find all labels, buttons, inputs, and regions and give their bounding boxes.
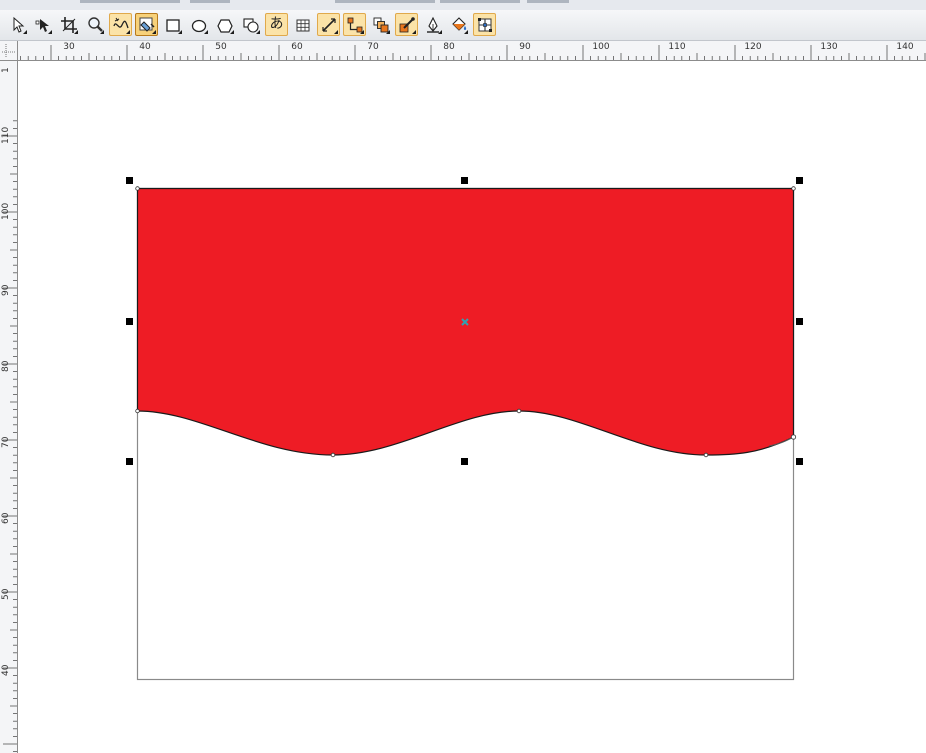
smart-fill-tool-button[interactable] <box>135 13 158 36</box>
flyout-arrow-icon <box>386 30 390 34</box>
window-top-strip <box>0 0 926 10</box>
selection-handle-middle-right[interactable] <box>796 318 803 325</box>
top-strip-segment <box>440 0 520 3</box>
curve-node[interactable] <box>135 186 140 191</box>
horizontal-ruler-label: 120 <box>744 42 762 52</box>
flyout-arrow-icon <box>100 30 104 34</box>
blend-tool-button[interactable] <box>369 13 392 36</box>
table-tool-button[interactable] <box>291 13 314 36</box>
horizontal-ruler-label: 80 <box>443 42 455 52</box>
rectangle-tool-button[interactable] <box>161 13 184 36</box>
selection-handle-top-left[interactable] <box>126 177 133 184</box>
fill-tool-button[interactable] <box>447 13 470 36</box>
selection-handle-top-right[interactable] <box>796 177 803 184</box>
connector-tool-button[interactable] <box>343 13 366 36</box>
flyout-arrow-icon <box>152 30 156 34</box>
crop-tool-button[interactable] <box>57 13 80 36</box>
horizontal-ruler-label: 130 <box>820 42 838 52</box>
flyout-arrow-icon <box>48 30 52 34</box>
top-strip-segment <box>527 0 569 3</box>
curve-node[interactable] <box>703 452 709 458</box>
drawing-canvas[interactable] <box>19 62 926 753</box>
vertical-ruler-label: 100 <box>1 202 11 220</box>
flyout-arrow-icon <box>23 30 27 34</box>
horizontal-ruler-label: 60 <box>291 42 303 52</box>
vertical-ruler-label: 1 <box>1 67 11 73</box>
curve-node[interactable] <box>791 186 796 191</box>
drawing-layer[interactable] <box>19 62 926 753</box>
dimension-tool-button[interactable] <box>317 13 340 36</box>
horizontal-ruler-label: 100 <box>592 42 610 52</box>
selection-handle-bottom-left[interactable] <box>126 458 133 465</box>
curve-node[interactable] <box>135 408 140 414</box>
horizontal-ruler-label: 110 <box>668 42 686 52</box>
interactive-fill-tool-button[interactable] <box>473 13 496 36</box>
ruler-corner[interactable] <box>0 41 18 61</box>
horizontal-ruler-label: 90 <box>519 42 531 52</box>
flyout-arrow-icon <box>438 30 442 34</box>
pick-tool-button[interactable] <box>6 13 29 36</box>
toolbox: あ <box>0 10 926 41</box>
vertical-ruler-label: 50 <box>1 588 11 600</box>
vertical-ruler-label: 40 <box>1 664 11 676</box>
vertical-ruler-label: 80 <box>1 360 11 372</box>
flyout-arrow-icon <box>464 30 468 34</box>
top-strip-segment <box>335 0 435 3</box>
freehand-tool-button[interactable] <box>109 13 132 36</box>
interactive-fill-icon <box>478 18 492 32</box>
flyout-arrow-icon <box>360 30 364 34</box>
vertical-ruler-label: 70 <box>1 436 11 448</box>
top-strip-segment <box>190 0 230 3</box>
zoom-tool-button[interactable] <box>83 13 106 36</box>
horizontal-ruler-label: 70 <box>367 42 379 52</box>
vertical-ruler-ticks <box>3 120 17 752</box>
vertical-ruler-label: 110 <box>1 126 11 144</box>
flyout-arrow-icon <box>126 30 130 34</box>
selection-handle-top-middle[interactable] <box>461 177 468 184</box>
vertical-ruler-label: 90 <box>1 284 11 296</box>
flyout-arrow-icon <box>412 30 416 34</box>
eyedropper-tool-button[interactable] <box>395 13 418 36</box>
horizontal-ruler-label: 30 <box>63 42 75 52</box>
shape-tool-button[interactable] <box>31 13 54 36</box>
text-glyph-icon: あ <box>269 16 284 32</box>
basic-shapes-tool-button[interactable] <box>239 13 262 36</box>
curve-node[interactable] <box>330 452 336 458</box>
selection-handle-bottom-middle[interactable] <box>461 458 468 465</box>
ruler-origin-icon <box>2 44 16 58</box>
flyout-arrow-icon <box>230 30 234 34</box>
horizontal-ruler[interactable]: 30 40 50 60 70 80 90 100 110 120 130 140 <box>18 41 926 61</box>
curve-node[interactable] <box>790 434 797 440</box>
curve-node[interactable] <box>516 408 522 414</box>
vertical-ruler-label: 60 <box>1 512 11 524</box>
flyout-arrow-icon <box>256 30 260 34</box>
text-tool-button[interactable]: あ <box>265 13 288 36</box>
outline-pen-tool-button[interactable] <box>421 13 444 36</box>
flyout-arrow-icon <box>74 30 78 34</box>
flyout-arrow-icon <box>204 30 208 34</box>
horizontal-ruler-label: 50 <box>215 42 227 52</box>
horizontal-ruler-label: 40 <box>139 42 151 52</box>
top-strip-segment <box>80 0 180 3</box>
selection-handle-bottom-right[interactable] <box>796 458 803 465</box>
horizontal-ruler-ticks <box>20 45 926 60</box>
ellipse-tool-button[interactable] <box>187 13 210 36</box>
polygon-tool-button[interactable] <box>213 13 236 36</box>
selection-handle-middle-left[interactable] <box>126 318 133 325</box>
flyout-arrow-icon <box>178 30 182 34</box>
horizontal-ruler-label: 140 <box>896 42 914 52</box>
flyout-arrow-icon <box>334 30 338 34</box>
vertical-ruler[interactable]: 110 100 90 80 70 60 50 40 1 <box>0 61 18 753</box>
table-grid-icon <box>296 19 310 32</box>
